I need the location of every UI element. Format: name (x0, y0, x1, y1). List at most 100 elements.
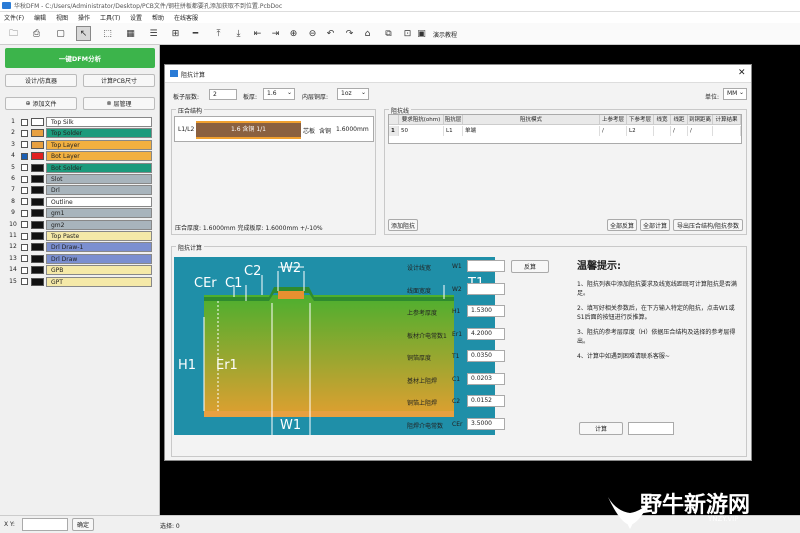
pointer-icon[interactable]: ↖ (76, 26, 91, 41)
layer-checkbox[interactable] (21, 186, 28, 194)
tutorial-link[interactable]: 演示教程 (433, 30, 457, 39)
cell-cu-dist[interactable]: / (688, 126, 713, 136)
xy-input[interactable] (22, 518, 68, 531)
layer-row[interactable]: 9 gm1 (8, 208, 152, 219)
menu-view[interactable]: 视图 (56, 13, 68, 22)
layer-checkbox[interactable] (21, 141, 28, 149)
layer-color-swatch[interactable] (31, 118, 44, 126)
param-input[interactable] (467, 282, 505, 295)
layer-checkbox[interactable] (21, 152, 28, 160)
layer-checkbox[interactable] (21, 278, 28, 286)
grid-icon[interactable]: ▦ (123, 26, 138, 41)
inner-copper-select[interactable]: 1oz (337, 88, 369, 100)
cell-ohm[interactable]: 50 (399, 126, 444, 136)
layer-color-swatch[interactable] (31, 220, 44, 229)
layer-checkbox[interactable] (21, 198, 28, 206)
unit-select[interactable]: MM (723, 88, 747, 100)
move-down-icon[interactable]: ⤓ (231, 26, 246, 41)
layer-row[interactable]: 4 Bot Layer (8, 151, 152, 162)
zoom-in-icon[interactable]: ⊕ (286, 26, 301, 41)
layers-icon[interactable]: ☰ (146, 26, 161, 41)
open-folder-icon[interactable]: 🗀 (6, 26, 21, 41)
layer-row[interactable]: 12 Drl Draw-1 (8, 242, 152, 253)
layer-row[interactable]: 8 Outline (8, 196, 152, 208)
layer-manager-button[interactable]: ⊗ 层管理 (83, 97, 155, 110)
redo-icon[interactable]: ↷ (342, 26, 357, 41)
layer-checkbox[interactable] (21, 129, 28, 137)
layer-color-swatch[interactable] (31, 197, 44, 206)
param-input[interactable]: 3.5000 (467, 417, 505, 430)
layer-row[interactable]: 1 Top Silk (8, 117, 152, 128)
param-input[interactable]: 1.5300 (467, 305, 505, 317)
layer-row[interactable]: 7 Drl (8, 185, 152, 196)
param-input[interactable]: 4.2000 (467, 327, 505, 340)
layer-checkbox[interactable] (21, 118, 28, 126)
flip-icon[interactable]: ⇤ (250, 26, 265, 41)
panel-icon[interactable]: ⧉ (381, 26, 396, 41)
view-icon[interactable]: ▣ (414, 26, 429, 41)
reverse-button[interactable]: 反算 (511, 260, 549, 273)
mirror-icon[interactable]: ⇥ (268, 26, 283, 41)
layer-row[interactable]: 10 gm2 (8, 219, 152, 231)
print-icon[interactable]: ⎙ (29, 26, 44, 41)
layer-color-swatch[interactable] (31, 129, 44, 138)
layer-checkbox[interactable] (21, 209, 28, 217)
menu-file[interactable]: 文件(F) (4, 13, 24, 22)
layer-color-swatch[interactable] (31, 140, 44, 149)
export-button[interactable]: 导出压合结构/阻抗参数 (673, 219, 743, 231)
layer-checkbox[interactable] (21, 232, 28, 240)
param-input[interactable]: 0.0203 (467, 372, 505, 385)
zoom-out-icon[interactable]: ⊖ (305, 26, 320, 41)
layer-row[interactable]: 14 GPB (8, 265, 152, 276)
cell-layer[interactable]: L1 (444, 126, 463, 136)
dfm-analyze-button[interactable]: 一键DFM分析 (5, 48, 155, 68)
layer-color-swatch[interactable] (31, 266, 44, 275)
add-file-button[interactable]: ⊕ 添加文件 (5, 97, 77, 110)
menu-settings[interactable]: 设置 (130, 13, 142, 22)
layer-row[interactable]: 13 Drl Draw (8, 253, 152, 265)
measure-icon[interactable]: ━ (188, 26, 203, 41)
cell-down-ref[interactable]: L2 (627, 126, 654, 136)
reverse-all-button[interactable]: 全部反算 (607, 219, 637, 231)
layer-checkbox[interactable] (21, 266, 28, 274)
confirm-button[interactable]: 确定 (72, 518, 94, 531)
layer-color-swatch[interactable] (31, 175, 44, 183)
cell-width[interactable] (654, 126, 671, 136)
menu-operate[interactable]: 操作 (78, 13, 90, 22)
layer-checkbox[interactable] (21, 175, 28, 183)
layer-row[interactable]: 11 Top Paste (8, 231, 152, 242)
layer-checkbox[interactable] (21, 255, 28, 263)
align-icon[interactable]: ⊞ (168, 26, 183, 41)
param-input[interactable] (467, 260, 505, 272)
undo-icon[interactable]: ↶ (323, 26, 338, 41)
layer-color-swatch[interactable] (31, 152, 44, 161)
thickness-select[interactable]: 1.6 (263, 88, 295, 100)
calc-all-button[interactable]: 全部计算 (640, 219, 670, 231)
calculate-button[interactable]: 计算 (579, 422, 623, 435)
cell-mode[interactable]: 单端 (463, 126, 600, 136)
layer-row[interactable]: 3 Top Layer (8, 139, 152, 151)
cell-up-ref[interactable]: / (600, 126, 627, 136)
layer-row[interactable]: 6 Slot (8, 174, 152, 185)
layer-checkbox[interactable] (21, 221, 28, 229)
layer-checkbox[interactable] (21, 164, 28, 172)
layer-checkbox[interactable] (21, 243, 28, 251)
select-area-icon[interactable]: ⬚ (100, 26, 115, 41)
layer-color-swatch[interactable] (31, 277, 44, 286)
pcb-size-button[interactable]: 计算PCB尺寸 (83, 74, 155, 87)
layer-color-swatch[interactable] (31, 243, 44, 252)
home-icon[interactable]: ⌂ (360, 26, 375, 41)
add-impedance-button[interactable]: 添加阻抗 (388, 219, 418, 231)
design-sim-button[interactable]: 设计/仿真器 (5, 74, 77, 87)
layer-color-swatch[interactable] (31, 186, 44, 195)
layer-row[interactable]: 5 Bot Solder (8, 162, 152, 174)
layer-color-swatch[interactable] (31, 209, 44, 218)
layers-input[interactable]: 2 (209, 89, 237, 100)
menu-online-service[interactable]: 在线客服 (174, 13, 198, 22)
layer-row[interactable]: 15 GPT (8, 276, 152, 288)
close-icon[interactable]: ✕ (738, 68, 746, 78)
param-input[interactable]: 0.0152 (467, 395, 505, 407)
param-input[interactable]: 0.0350 (467, 350, 505, 362)
menu-edit[interactable]: 编辑 (34, 13, 46, 22)
fit-icon[interactable]: ⊡ (400, 26, 415, 41)
